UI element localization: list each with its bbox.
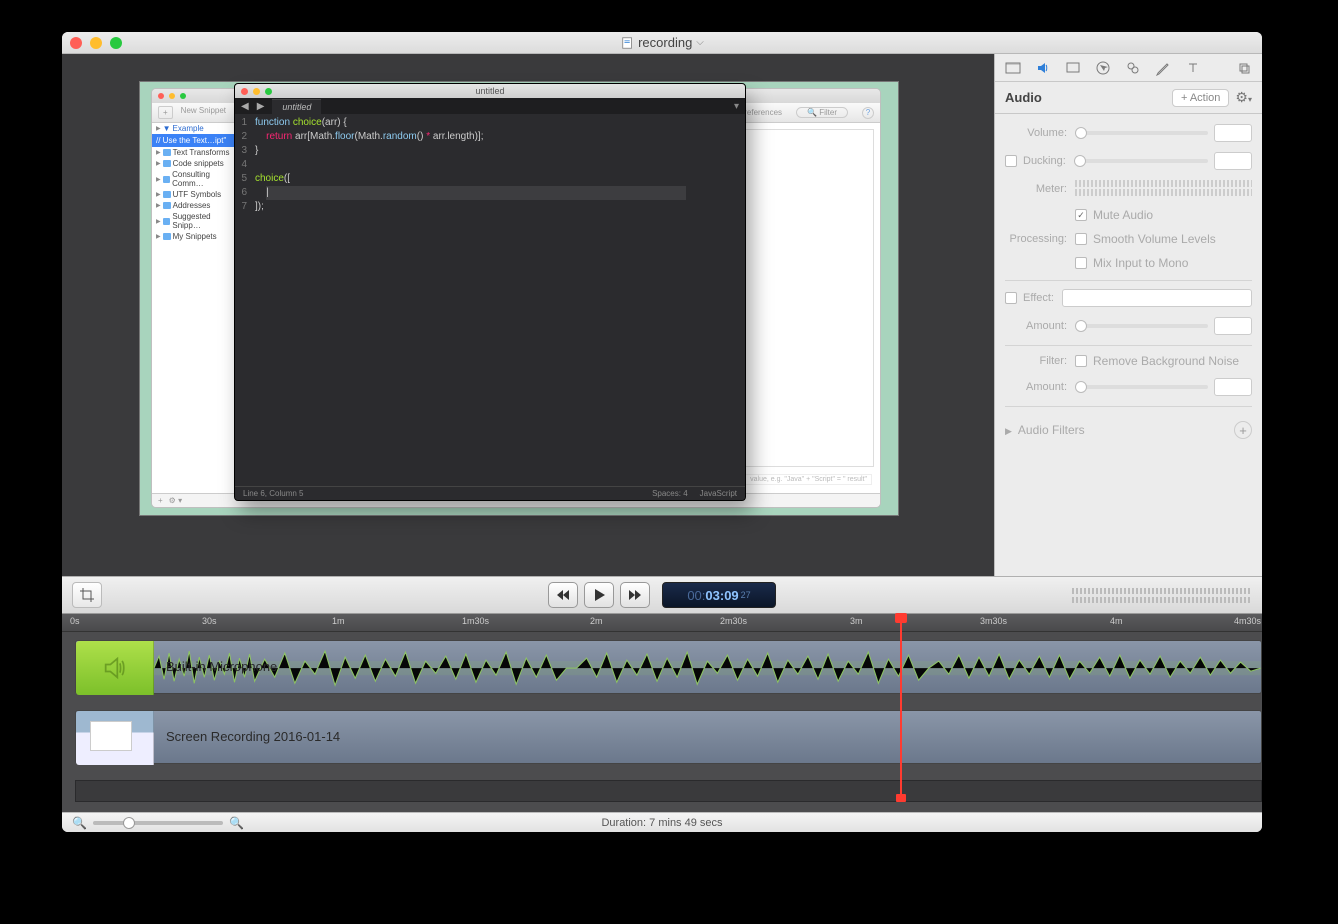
editor-nav-back-icon: ◀ xyxy=(241,101,249,112)
minimize-icon[interactable] xyxy=(90,37,102,49)
audio-meter xyxy=(1075,180,1252,198)
add-filter-icon[interactable]: + xyxy=(1234,421,1252,439)
zoom-in-icon[interactable]: 🔍 xyxy=(229,816,244,830)
preview-editor-window: untitled ◀ ▶ untitled ▾ 1234567 function… xyxy=(234,83,746,501)
zoom-icon[interactable] xyxy=(110,37,122,49)
volume-label: Volume: xyxy=(1005,127,1067,139)
inspector-header: Audio + Action ⚙▾ xyxy=(995,82,1262,114)
main-area: + New Snippet New Group references 🔍 Fil… xyxy=(62,54,1262,576)
noise-checkbox[interactable] xyxy=(1075,355,1087,367)
close-icon[interactable] xyxy=(70,37,82,49)
inspector-tabs xyxy=(995,54,1262,82)
chevron-down-icon: ⌵ xyxy=(696,37,704,48)
text-tab-icon[interactable] xyxy=(1183,58,1203,78)
inspector: Audio + Action ⚙▾ Volume: Ducking: Meter… xyxy=(994,54,1262,576)
audio-track[interactable]: Built-in Microphone xyxy=(75,640,1262,694)
window-controls xyxy=(62,37,122,49)
recording-preview: + New Snippet New Group references 🔍 Fil… xyxy=(139,81,899,516)
preview-sidebar: ▼ Example // Use the Text…ipt" Text Tran… xyxy=(152,123,244,493)
editor-title: untitled xyxy=(475,86,504,96)
timeline-ruler[interactable]: 0s 30s 1m 1m30s 2m 2m30s 3m 3m30s 4m 4m3… xyxy=(62,614,1262,632)
screen-tab-icon[interactable] xyxy=(1063,58,1083,78)
rewind-button[interactable] xyxy=(548,582,578,608)
cursor-tab-icon[interactable] xyxy=(1093,58,1113,78)
timecode[interactable]: 00:03:0927 xyxy=(662,582,776,608)
gear-icon[interactable]: ⚙▾ xyxy=(1235,89,1252,106)
volume-slider[interactable] xyxy=(1075,131,1208,135)
play-button[interactable] xyxy=(584,582,614,608)
audio-track-label: Built-in Microphone xyxy=(166,659,277,674)
inspector-title: Audio xyxy=(1005,90,1042,105)
audio-filters-row[interactable]: ▶Audio Filters+ xyxy=(1005,415,1252,445)
window-title[interactable]: recording ⌵ xyxy=(620,35,704,50)
add-action-button[interactable]: + Action xyxy=(1172,89,1229,107)
editor-nav-fwd-icon: ▶ xyxy=(257,101,265,112)
zoom-out-icon[interactable]: 🔍 xyxy=(72,816,87,830)
editor-tab: untitled xyxy=(272,99,321,114)
layers-tab-icon[interactable] xyxy=(1234,58,1254,78)
titlebar: recording ⌵ xyxy=(62,32,1262,54)
document-icon xyxy=(620,36,634,50)
timeline: 0s 30s 1m 1m30s 2m 2m30s 3m 3m30s 4m 4m3… xyxy=(62,614,1262,812)
effect-select[interactable] xyxy=(1062,289,1252,307)
audio-track-icon xyxy=(76,641,154,695)
window-title-text: recording xyxy=(638,35,692,50)
playhead[interactable] xyxy=(900,614,902,794)
link-tab-icon[interactable] xyxy=(1123,58,1143,78)
tracks-area[interactable]: Built-in Microphone Screen Recording 201… xyxy=(62,632,1262,812)
video-track[interactable]: Screen Recording 2016-01-14 xyxy=(75,710,1262,764)
mute-checkbox[interactable]: ✓ xyxy=(1075,209,1087,221)
ducking-checkbox[interactable] xyxy=(1005,155,1017,167)
status-bar: 🔍 🔍 Duration: 7 mins 49 secs xyxy=(62,812,1262,832)
editor-cursor-pos: Line 6, Column 5 xyxy=(243,489,303,498)
canvas[interactable]: + New Snippet New Group references 🔍 Fil… xyxy=(62,54,994,576)
forward-button[interactable] xyxy=(620,582,650,608)
video-track-thumb xyxy=(76,711,154,765)
annotate-tab-icon[interactable] xyxy=(1153,58,1173,78)
app-window: recording ⌵ + New Snippet New Group xyxy=(62,32,1262,832)
zoom-control[interactable]: 🔍 🔍 xyxy=(72,816,244,830)
video-tab-icon[interactable] xyxy=(1003,58,1023,78)
zoom-slider[interactable] xyxy=(93,821,223,825)
mono-checkbox[interactable] xyxy=(1075,257,1087,269)
filter-amount-slider[interactable] xyxy=(1075,385,1208,389)
volume-value[interactable] xyxy=(1214,124,1252,142)
duration-label: Duration: 7 mins 49 secs xyxy=(601,817,722,829)
smooth-checkbox[interactable] xyxy=(1075,233,1087,245)
editor-code: function choice(arr) { return arr[Math.f… xyxy=(251,114,745,486)
ducking-slider[interactable] xyxy=(1074,159,1208,163)
crop-button[interactable] xyxy=(72,582,102,608)
empty-track[interactable] xyxy=(75,780,1262,802)
effect-checkbox[interactable] xyxy=(1005,292,1017,304)
effect-amount-slider[interactable] xyxy=(1075,324,1208,328)
transport-bar: 00:03:0927 xyxy=(62,576,1262,614)
waveform xyxy=(154,641,1261,695)
level-meter xyxy=(1072,588,1252,603)
video-track-label: Screen Recording 2016-01-14 xyxy=(166,729,340,744)
audio-tab-icon[interactable] xyxy=(1033,58,1053,78)
